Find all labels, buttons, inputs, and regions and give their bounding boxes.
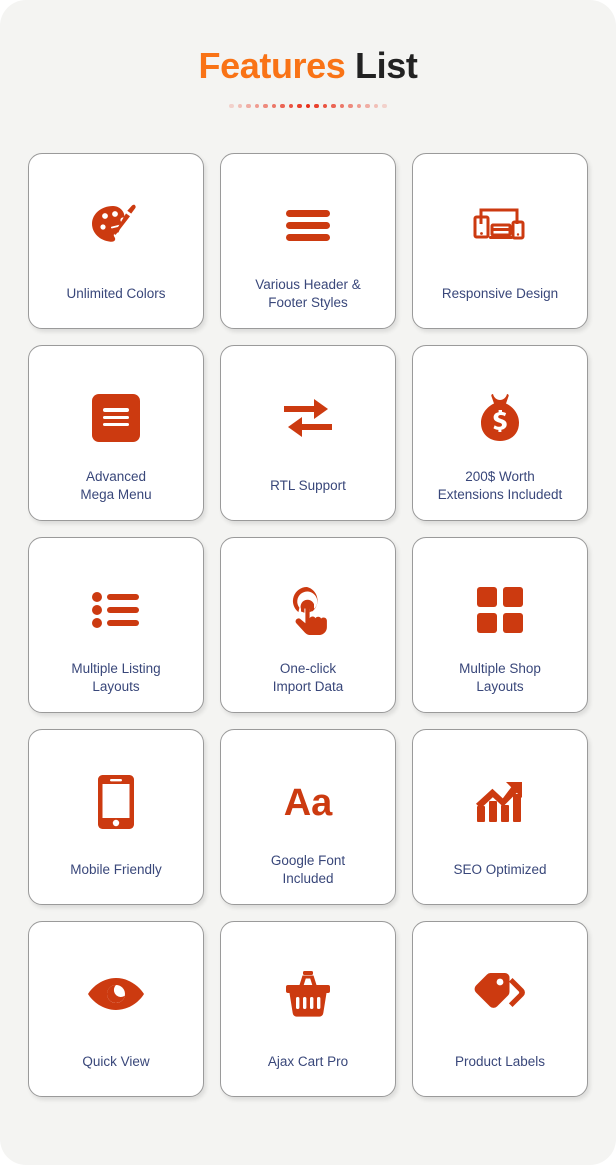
divider-dot [331, 103, 336, 109]
divider-dot [263, 103, 268, 109]
page-title-plain: List [355, 45, 418, 86]
eye-icon [88, 966, 144, 1022]
responsive-devices-icon [472, 198, 528, 254]
money-bag-icon [475, 390, 525, 446]
feature-card[interactable]: Mobile Friendly [28, 729, 204, 905]
growth-chart-icon [475, 774, 525, 830]
divider-dot [288, 103, 294, 109]
feature-card[interactable]: Multiple Listing Layouts [28, 537, 204, 713]
feature-card[interactable]: Ajax Cart Pro [220, 921, 396, 1097]
feature-card[interactable]: Advanced Mega Menu [28, 345, 204, 521]
page-title: Features List [0, 44, 616, 88]
font-aa-icon: Aa [280, 774, 336, 830]
page-header: Features List [0, 0, 616, 110]
svg-text:Aa: Aa [284, 782, 333, 823]
price-tags-icon [474, 966, 526, 1022]
feature-label: Multiple Listing Layouts [71, 661, 161, 694]
divider-dot [254, 103, 260, 109]
feature-label: One-click Import Data [272, 661, 344, 694]
divider-dot [382, 103, 387, 109]
feature-card[interactable]: One-click Import Data [220, 537, 396, 713]
feature-label: Product Labels [454, 1054, 546, 1069]
shopping-basket-icon [286, 966, 330, 1022]
feature-label: Unlimited Colors [66, 286, 166, 301]
features-grid: Unlimited Colors Various Header & Footer… [28, 153, 588, 1097]
divider-dot [365, 103, 370, 109]
divider-dot [229, 103, 234, 109]
click-hand-icon [283, 582, 333, 638]
feature-card[interactable]: Various Header & Footer Styles [220, 153, 396, 329]
feature-label: RTL Support [270, 478, 346, 493]
swap-arrows-icon [282, 390, 334, 446]
feature-card[interactable]: Unlimited Colors [28, 153, 204, 329]
palette-icon [88, 198, 144, 254]
feature-label: Responsive Design [441, 286, 559, 301]
grid-squares-icon [477, 582, 523, 638]
feature-card[interactable]: 200$ Worth Extensions Includedt [412, 345, 588, 521]
divider-dot [246, 103, 251, 109]
feature-card[interactable]: Multiple Shop Layouts [412, 537, 588, 713]
feature-label: Ajax Cart Pro [267, 1054, 349, 1069]
feature-card[interactable]: Aa Google Font Included [220, 729, 396, 905]
feature-card[interactable]: RTL Support [220, 345, 396, 521]
feature-label: Advanced Mega Menu [80, 469, 152, 502]
features-list-page: Features List Unlimited Colors Various H… [0, 0, 616, 1165]
hamburger-menu-icon [284, 198, 332, 254]
divider-dot [348, 103, 353, 109]
feature-card[interactable]: SEO Optimized [412, 729, 588, 905]
divider-dot [314, 103, 319, 109]
divider-dot [237, 103, 243, 109]
divider-dot [297, 103, 302, 109]
divider-dot [356, 103, 362, 109]
divider-dot [339, 103, 345, 109]
feature-label: SEO Optimized [453, 862, 547, 877]
dotted-divider [223, 102, 393, 110]
mobile-phone-icon [98, 774, 134, 830]
feature-label: 200$ Worth Extensions Includedt [437, 469, 563, 502]
feature-label: Multiple Shop Layouts [459, 661, 541, 694]
divider-dot [271, 103, 277, 109]
page-title-accent: Features [198, 45, 346, 86]
divider-dot [305, 103, 311, 109]
feature-label: Various Header & Footer Styles [255, 277, 361, 310]
divider-dot [373, 103, 379, 109]
feature-card[interactable]: Product Labels [412, 921, 588, 1097]
divider-dot [322, 103, 328, 109]
feature-label: Google Font Included [270, 853, 346, 886]
feature-card[interactable]: Quick View [28, 921, 204, 1097]
feature-label: Mobile Friendly [70, 862, 162, 877]
feature-label: Quick View [82, 1054, 150, 1069]
bullet-list-icon [92, 582, 140, 638]
feature-card[interactable]: Responsive Design [412, 153, 588, 329]
divider-dot [280, 103, 285, 109]
mega-menu-icon [92, 390, 140, 446]
